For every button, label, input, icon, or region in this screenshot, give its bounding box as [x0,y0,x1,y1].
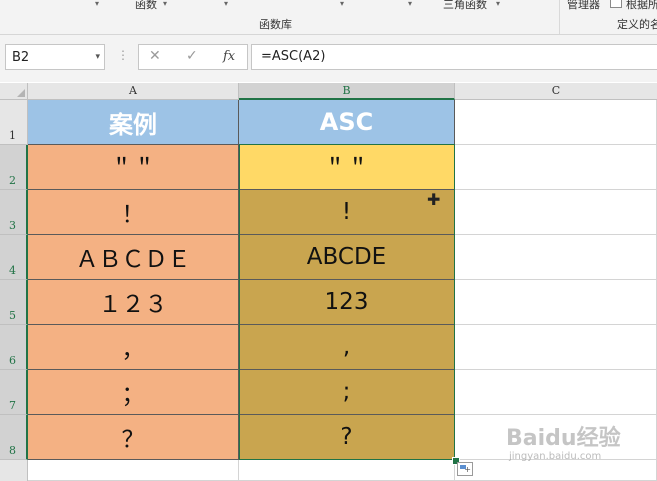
watermark-logo: Baidu经验 [506,426,621,451]
cell-a1[interactable]: 案例 [28,100,239,145]
select-all-button[interactable] [0,83,28,100]
chevron-down-icon[interactable]: ▾ [224,0,228,8]
cell-b4[interactable]: ABCDE [239,235,455,280]
chevron-down-icon[interactable]: ▾ [408,0,412,8]
select-all-triangle-icon [17,89,25,97]
cell-b6[interactable]: , [239,325,455,370]
cell-b1[interactable]: ASC [239,100,455,145]
formula-bar: B2 ▾ ⋮ ✕ ✓ fx =ASC(A2) [0,35,657,82]
formula-buttons: ✕ ✓ fx [138,44,248,70]
ribbon-item-functions[interactable]: 函数 [135,0,157,12]
chevron-down-icon[interactable]: ▾ [163,0,167,8]
cell-c9[interactable] [455,460,657,481]
row-header[interactable]: 4 [0,235,28,280]
cell-c1[interactable] [455,100,657,145]
cell-a4[interactable]: ＡＢＣＤＥ [28,235,239,280]
ribbon-group-defined-names: 定义的名 [617,18,657,31]
cell-a7[interactable]: ； [28,370,239,415]
name-box[interactable]: B2 ▾ [5,44,105,70]
cell-a9[interactable] [28,460,239,481]
watermark-url: jingyan.baidu.com [509,451,602,462]
ribbon-item-trig-functions[interactable]: 三角函数 [443,0,487,12]
cell-c2[interactable] [455,145,657,190]
cell-b5[interactable]: 123 [239,280,455,325]
row-header[interactable]: 3 [0,190,28,235]
cell-c7[interactable] [455,370,657,415]
row-header[interactable]: 2 [0,145,28,190]
chevron-down-icon[interactable]: ▾ [95,52,100,62]
chevron-down-icon[interactable]: ▾ [340,0,344,8]
cell-c3[interactable] [455,190,657,235]
cell-b2[interactable]: ＂＂ [239,145,455,190]
cell-b3[interactable]: ! [239,190,455,235]
row-header[interactable]: 8 [0,415,28,460]
cell-b9[interactable] [239,460,455,481]
column-header-a[interactable]: A [28,83,239,100]
cell-a3[interactable]: ！ [28,190,239,235]
formula-input[interactable]: =ASC(A2) [251,44,657,70]
row-header[interactable] [0,460,28,481]
chevron-down-icon[interactable]: ▾ [95,0,99,8]
ribbon-group-divider [559,0,560,34]
row-header[interactable]: 6 [0,325,28,370]
column-header-b[interactable]: B [239,83,455,100]
create-from-selection-icon[interactable] [610,0,622,8]
cell-a8[interactable]: ？ [28,415,239,460]
formula-text: =ASC(A2) [261,49,326,64]
paste-options-icon[interactable]: + [457,462,473,476]
cell-c4[interactable] [455,235,657,280]
ribbon-item-create-from-selection[interactable]: 根据所 [626,0,657,12]
cell-a5[interactable]: １２３ [28,280,239,325]
enter-icon[interactable]: ✓ [186,48,198,64]
splitter-handle[interactable]: ⋮ [117,48,129,62]
cell-b7[interactable]: ; [239,370,455,415]
cell-a2[interactable]: ＂＂ [28,145,239,190]
cell-c6[interactable] [455,325,657,370]
name-box-value: B2 [12,50,30,65]
cell-b8[interactable]: ? [239,415,455,460]
ribbon: 函数 ▾ ▾ ▾ ▾ ▾ 三角函数 ▾ 函数库 管理器 根据所 定义的名 [0,0,657,35]
row-header[interactable]: 1 [0,100,28,145]
cell-a6[interactable]: ， [28,325,239,370]
column-header-c[interactable]: C [455,83,657,100]
row-header[interactable]: 5 [0,280,28,325]
ribbon-group-function-library: 函数库 [259,18,292,31]
cancel-icon[interactable]: ✕ [149,48,161,64]
row-header[interactable]: 7 [0,370,28,415]
cell-cursor-icon: ✚ [427,190,441,209]
chevron-down-icon[interactable]: ▾ [496,0,500,8]
ribbon-item-name-manager[interactable]: 管理器 [567,0,600,12]
cell-c5[interactable] [455,280,657,325]
insert-function-icon[interactable]: fx [223,49,235,64]
